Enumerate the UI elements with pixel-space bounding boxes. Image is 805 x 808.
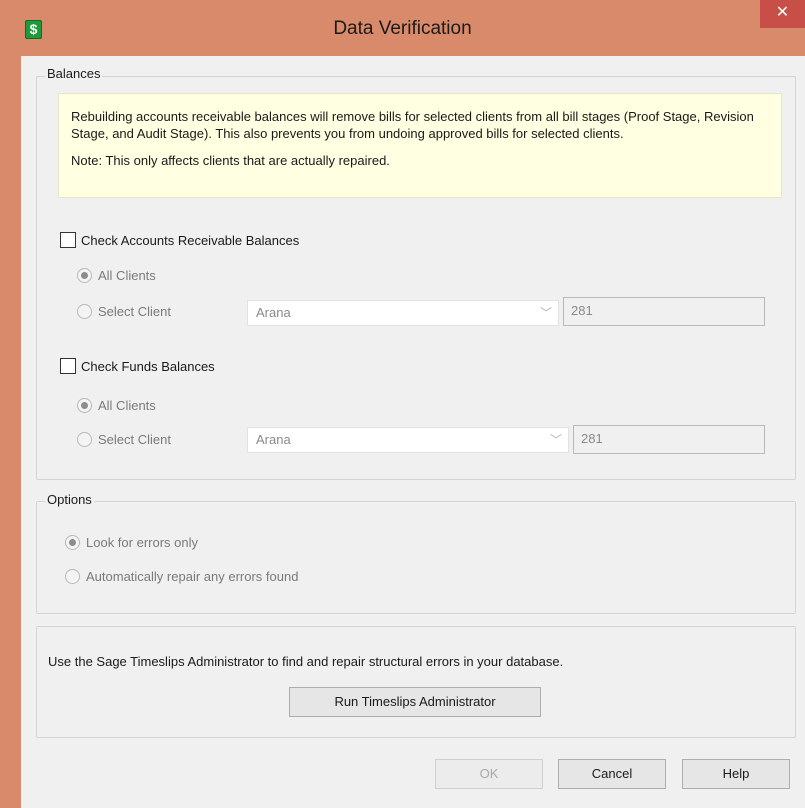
dialog-window: $ Data Verification ✕ Balances Rebuildin…: [0, 0, 805, 808]
cancel-button[interactable]: Cancel: [558, 759, 666, 789]
radio-dot[interactable]: [77, 398, 92, 413]
radio-dot[interactable]: [77, 304, 92, 319]
dialog-body: Balances Rebuilding accounts receivable …: [21, 56, 805, 808]
ok-button[interactable]: OK: [435, 759, 543, 789]
ar-client-number-field[interactable]: 281: [563, 297, 765, 326]
radio-dot[interactable]: [77, 432, 92, 447]
funds-client-number-field[interactable]: 281: [573, 425, 765, 454]
ar-checkbox-label: Check Accounts Receivable Balances: [81, 232, 300, 248]
balances-group-label: Balances: [45, 66, 103, 81]
chevron-down-icon[interactable]: ﹀: [550, 431, 562, 448]
ar-select-client-label: Select Client: [98, 304, 171, 319]
repair-errors-label: Automatically repair any errors found: [86, 569, 299, 584]
funds-balances-checkbox[interactable]: Check Funds Balances: [60, 358, 215, 374]
note-text: Note: This only affects clients that are…: [71, 153, 390, 168]
admin-text: Use the Sage Timeslips Administrator to …: [48, 654, 564, 669]
ar-checkbox-box[interactable]: [60, 232, 76, 248]
funds-client-dropdown[interactable]: Arana ﹀: [247, 427, 569, 453]
funds-all-clients-label: All Clients: [98, 398, 156, 413]
funds-client-value: Arana: [256, 432, 291, 447]
radio-dot[interactable]: [77, 268, 92, 283]
info-message: Rebuilding accounts receivable balances …: [58, 93, 782, 198]
ar-balances-checkbox[interactable]: Check Accounts Receivable Balances: [60, 232, 299, 248]
ar-client-value: Arana: [256, 305, 291, 320]
ar-select-client-radio[interactable]: Select Client: [77, 304, 171, 319]
title-bar[interactable]: $ Data Verification ✕: [0, 0, 805, 58]
funds-select-client-label: Select Client: [98, 432, 171, 447]
look-errors-label: Look for errors only: [86, 535, 198, 550]
funds-select-client-radio[interactable]: Select Client: [77, 432, 171, 447]
admin-section: [36, 626, 796, 738]
radio-dot[interactable]: [65, 569, 80, 584]
ar-client-dropdown[interactable]: Arana ﹀: [247, 300, 559, 326]
close-button[interactable]: ✕: [760, 0, 805, 28]
chevron-down-icon[interactable]: ﹀: [540, 304, 552, 321]
window-title: Data Verification: [333, 18, 472, 39]
options-group: [36, 501, 796, 614]
ar-all-clients-radio[interactable]: All Clients: [77, 268, 156, 283]
help-button[interactable]: Help: [682, 759, 790, 789]
ar-all-clients-label: All Clients: [98, 268, 156, 283]
repair-errors-radio[interactable]: Automatically repair any errors found: [65, 569, 298, 584]
run-administrator-button[interactable]: Run Timeslips Administrator: [289, 687, 541, 717]
funds-all-clients-radio[interactable]: All Clients: [77, 398, 156, 413]
info-text: Rebuilding accounts receivable balances …: [71, 109, 754, 141]
funds-checkbox-box[interactable]: [60, 358, 76, 374]
options-group-label: Options: [45, 492, 94, 507]
radio-dot[interactable]: [65, 535, 80, 550]
look-errors-radio[interactable]: Look for errors only: [65, 535, 198, 550]
funds-checkbox-label: Check Funds Balances: [81, 358, 215, 374]
